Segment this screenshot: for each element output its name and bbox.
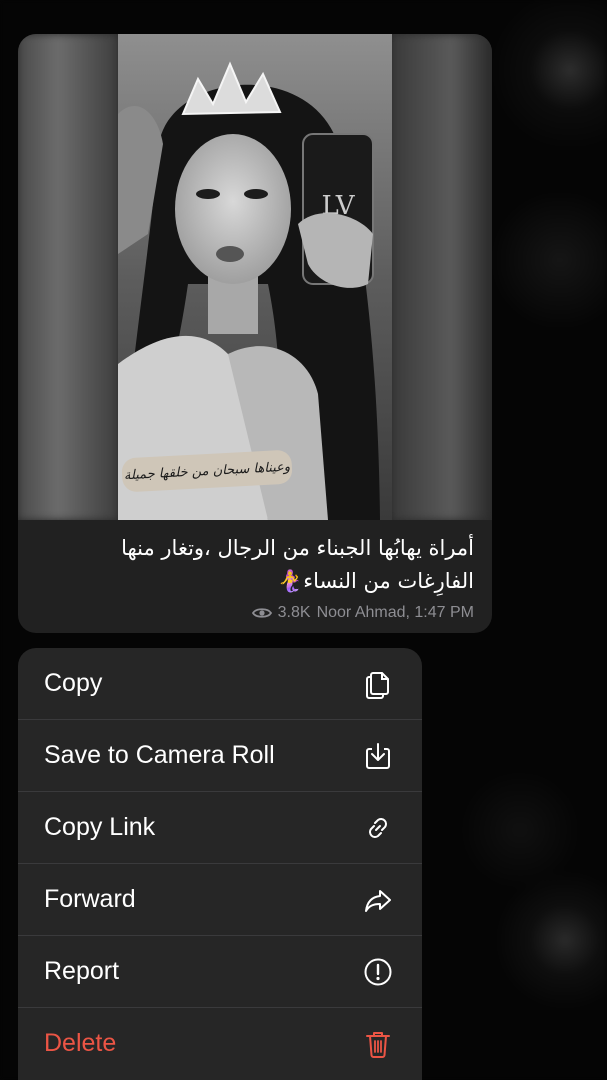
menu-item-copy-label: Copy	[44, 669, 103, 697]
menu-item-forward[interactable]: Forward	[18, 864, 422, 935]
photo-blur-right	[392, 34, 492, 520]
menu-item-copy-link[interactable]: Copy Link	[18, 792, 422, 863]
photo-portrait: LV	[118, 34, 392, 520]
message-bubble[interactable]: LV وعيناها سبحان من خلقها جميلة أمراة يه…	[18, 34, 492, 633]
eye-icon	[251, 608, 272, 618]
photo-blur-left	[18, 34, 118, 520]
context-menu: Copy Save to Camera Roll Copy Link Forwa…	[18, 648, 422, 1080]
author-and-time: Noor Ahmad, 1:47 PM	[316, 604, 474, 621]
menu-item-forward-label: Forward	[44, 885, 136, 913]
save-icon	[362, 740, 394, 772]
view-count: 3.8K	[277, 604, 311, 621]
message-text-line-1: أمراة يهابُها الجبناء من الرجال ،وتغار م…	[121, 536, 474, 560]
menu-item-copy-link-label: Copy Link	[44, 813, 156, 841]
menu-item-save-to-camera-roll[interactable]: Save to Camera Roll	[18, 720, 422, 791]
menu-item-copy[interactable]: Copy	[18, 648, 422, 719]
menu-item-delete-label: Delete	[44, 1029, 117, 1057]
menu-item-report-label: Report	[44, 957, 120, 985]
trash-icon	[362, 1028, 394, 1060]
portrait-illustration: LV	[118, 34, 392, 520]
message-meta: 3.8K Noor Ahmad, 1:47 PM	[251, 604, 474, 622]
copy-icon	[362, 668, 394, 700]
menu-item-delete[interactable]: Delete	[18, 1008, 422, 1079]
forward-icon	[362, 884, 394, 916]
message-text: أمراة يهابُها الجبناء من الرجال ،وتغار م…	[34, 532, 474, 598]
report-icon	[362, 956, 394, 988]
menu-item-report[interactable]: Report	[18, 936, 422, 1007]
link-icon	[362, 812, 394, 844]
menu-item-save-label: Save to Camera Roll	[44, 741, 275, 769]
message-text-line-2: الفارِغات من النساء🧜‍♀️	[277, 569, 474, 593]
message-photo[interactable]: LV وعيناها سبحان من خلقها جميلة	[18, 34, 492, 520]
